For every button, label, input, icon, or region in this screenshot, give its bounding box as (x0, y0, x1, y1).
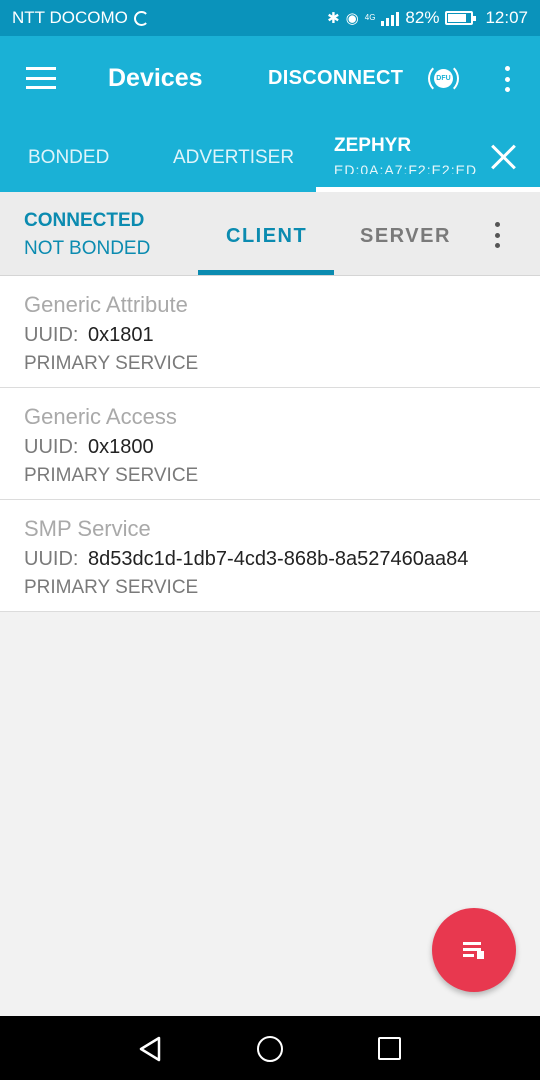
connection-overflow-icon[interactable] (490, 222, 504, 248)
eye-icon: ◉ (345, 10, 359, 27)
dfu-icon[interactable]: DFU (428, 63, 459, 94)
dfu-icon-label: DFU (434, 69, 453, 88)
service-type: PRIMARY SERVICE (24, 577, 199, 598)
service-item[interactable]: Generic Attribute UUID: 0x1801 PRIMARY S… (0, 276, 540, 388)
device-tabs: BONDED ADVERTISER ZEPHYR ED:0A:A7:F2:E2:… (0, 122, 540, 192)
overflow-menu-icon[interactable] (498, 66, 516, 92)
menu-icon[interactable] (26, 67, 56, 89)
service-uuid-row: UUID: 0x1801 (24, 324, 154, 347)
uuid-label: UUID: (24, 436, 79, 458)
service-name: Generic Attribute (24, 292, 188, 317)
battery-percent: 82% (405, 8, 440, 27)
network-type: 4G (364, 13, 376, 22)
app-bar: Devices DISCONNECT DFU (0, 36, 540, 122)
service-name: SMP Service (24, 516, 151, 541)
page-title: Devices (108, 64, 203, 92)
system-nav-bar (0, 1016, 540, 1080)
uuid-label: UUID: (24, 548, 79, 570)
connection-status: CONNECTED (24, 210, 145, 231)
log-list-icon (463, 942, 485, 959)
service-uuid-row: UUID: 0x1800 (24, 436, 154, 459)
battery-fill (448, 14, 467, 22)
signal-icon (381, 10, 400, 26)
sync-icon (133, 10, 149, 26)
services-list: Generic Attribute UUID: 0x1801 PRIMARY S… (0, 276, 540, 612)
uuid-label: UUID: (24, 324, 79, 346)
service-uuid-row: UUID: 8d53dc1d-1db7-4cd3-868b-8a527460aa… (24, 548, 468, 571)
bond-status: NOT BONDED (24, 238, 151, 259)
bluetooth-icon: ✱ (327, 10, 340, 27)
uuid-value: 8d53dc1d-1db7-4cd3-868b-8a527460aa84 (88, 548, 469, 570)
service-name: Generic Access (24, 404, 177, 429)
tab-client[interactable]: CLIENT (226, 225, 307, 248)
service-type: PRIMARY SERVICE (24, 353, 199, 374)
service-item[interactable]: Generic Access UUID: 0x1800 PRIMARY SERV… (0, 388, 540, 500)
tab-bonded[interactable]: BONDED (28, 147, 109, 169)
home-circle-icon[interactable] (257, 1036, 283, 1062)
device-address: ED:0A:A7:F2:E2:ED (334, 162, 478, 174)
disconnect-button[interactable]: DISCONNECT (268, 67, 403, 90)
status-bar: NTT DOCOMO ✱ ◉ 4G 82% 12:07 (0, 0, 540, 36)
clock: 12:07 (485, 8, 528, 27)
back-triangle-icon[interactable] (138, 1036, 162, 1062)
carrier-name: NTT DOCOMO (12, 8, 128, 27)
status-left: NTT DOCOMO (12, 8, 149, 28)
connection-bar: CONNECTED NOT BONDED CLIENT SERVER (0, 192, 540, 276)
battery-icon (445, 11, 477, 25)
client-tab-indicator (198, 270, 334, 275)
status-right: ✱ ◉ 4G 82% 12:07 (327, 8, 528, 28)
close-icon[interactable] (490, 143, 518, 171)
log-fab-button[interactable] (432, 908, 516, 992)
service-item[interactable]: SMP Service UUID: 8d53dc1d-1db7-4cd3-868… (0, 500, 540, 612)
uuid-value: 0x1800 (88, 436, 154, 458)
tab-device-zephyr[interactable]: ZEPHYR (334, 135, 411, 157)
tab-advertiser[interactable]: ADVERTISER (173, 147, 294, 169)
recents-square-icon[interactable] (378, 1037, 401, 1060)
uuid-value: 0x1801 (88, 324, 154, 346)
tab-server[interactable]: SERVER (360, 225, 451, 248)
service-type: PRIMARY SERVICE (24, 465, 199, 486)
